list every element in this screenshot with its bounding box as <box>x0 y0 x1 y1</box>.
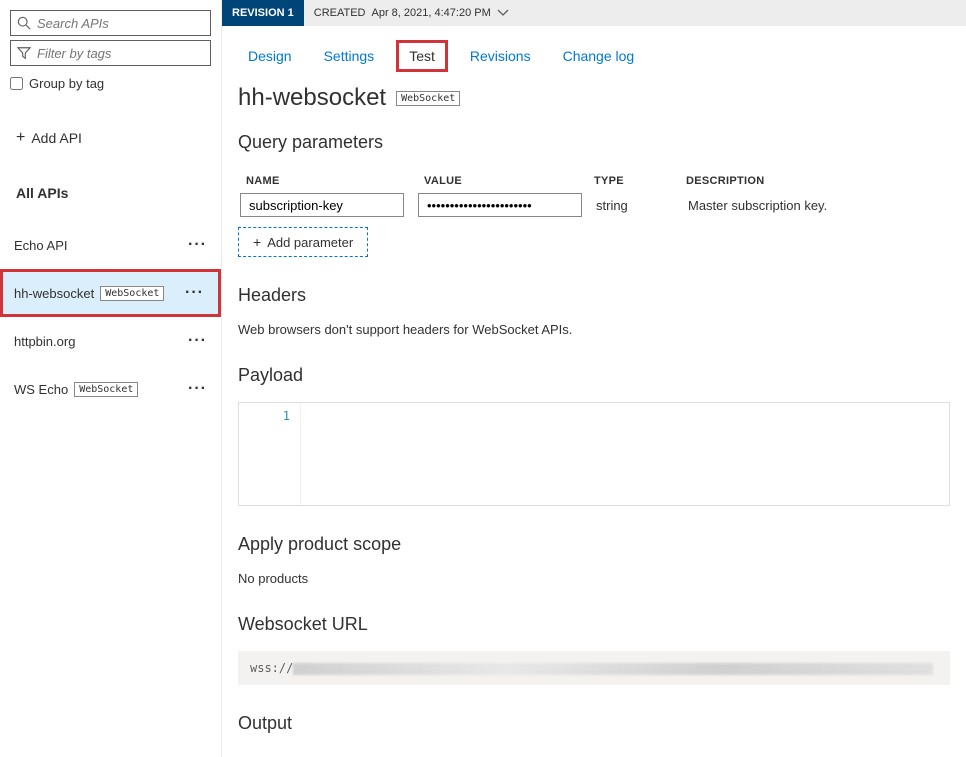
websocket-url-prefix: wss:// <box>250 661 293 675</box>
api-item-label: httpbin.org <box>14 334 75 349</box>
sidebar: Group by tag + Add API All APIs Echo API… <box>0 0 222 757</box>
websocket-url-box[interactable]: wss:// <box>238 651 950 685</box>
api-item-ws-echo[interactable]: WS Echo WebSocket ··· <box>0 365 221 413</box>
websocket-url-blurred <box>293 663 933 675</box>
plus-icon: + <box>253 234 261 250</box>
filter-icon <box>17 46 31 60</box>
param-value-input[interactable] <box>418 193 582 217</box>
payload-line-numbers: 1 <box>239 403 301 505</box>
tabs: Design Settings Test Revisions Change lo… <box>222 26 966 80</box>
websocket-url-heading: Websocket URL <box>238 614 950 635</box>
api-item-label: Echo API <box>14 238 67 253</box>
tab-test[interactable]: Test <box>396 40 448 72</box>
revision-created[interactable]: CREATED Apr 8, 2021, 4:47:20 PM <box>304 7 519 19</box>
plus-icon: + <box>16 129 25 147</box>
revision-created-value: Apr 8, 2021, 4:47:20 PM <box>372 7 491 19</box>
revision-created-label: CREATED <box>314 7 366 19</box>
api-title: hh-websocket <box>238 84 386 112</box>
api-list: Echo API ··· hh-websocket WebSocket ··· … <box>0 221 221 413</box>
tab-change-log[interactable]: Change log <box>553 43 645 69</box>
query-parameters-heading: Query parameters <box>238 132 950 153</box>
all-apis-heading[interactable]: All APIs <box>16 185 211 201</box>
content: hh-websocket WebSocket Query parameters … <box>222 80 966 757</box>
product-scope-note: No products <box>238 571 950 586</box>
apply-product-scope-heading: Apply product scope <box>238 534 950 555</box>
websocket-badge: WebSocket <box>74 382 138 397</box>
more-icon[interactable]: ··· <box>185 284 204 302</box>
api-item-label: hh-websocket <box>14 286 94 301</box>
col-desc: DESCRIPTION <box>686 175 942 187</box>
filter-tags-field[interactable] <box>10 40 211 66</box>
search-apis-field[interactable] <box>10 10 211 36</box>
revision-badge[interactable]: REVISION 1 <box>222 0 304 26</box>
api-item-httpbin[interactable]: httpbin.org ··· <box>0 317 221 365</box>
payload-heading: Payload <box>238 365 950 386</box>
more-icon[interactable]: ··· <box>188 332 207 350</box>
group-by-tag-input[interactable] <box>10 77 23 90</box>
add-api-label: Add API <box>31 130 82 146</box>
headers-heading: Headers <box>238 285 950 306</box>
add-api-button[interactable]: + Add API <box>16 129 211 147</box>
group-by-tag-label: Group by tag <box>29 76 104 91</box>
more-icon[interactable]: ··· <box>188 236 207 254</box>
query-parameter-row: string Master subscription key. <box>238 193 950 217</box>
col-type: TYPE <box>594 175 686 187</box>
api-item-echo[interactable]: Echo API ··· <box>0 221 221 269</box>
output-heading: Output <box>238 713 950 734</box>
param-type: string <box>596 198 688 213</box>
headers-note: Web browsers don't support headers for W… <box>238 322 950 337</box>
websocket-badge: WebSocket <box>396 91 460 106</box>
payload-content[interactable] <box>301 403 949 505</box>
main-panel: REVISION 1 CREATED Apr 8, 2021, 4:47:20 … <box>222 0 966 757</box>
param-name-input[interactable] <box>240 193 404 217</box>
chevron-down-icon <box>497 9 509 17</box>
query-parameters-header: NAME VALUE TYPE DESCRIPTION <box>238 169 950 193</box>
websocket-badge: WebSocket <box>100 286 164 301</box>
api-title-row: hh-websocket WebSocket <box>238 84 950 112</box>
api-item-label: WS Echo <box>14 382 68 397</box>
tab-revisions[interactable]: Revisions <box>460 43 541 69</box>
filter-tags-input[interactable] <box>37 46 204 61</box>
search-icon <box>17 16 31 30</box>
col-value: VALUE <box>424 175 594 187</box>
group-by-tag-checkbox[interactable]: Group by tag <box>10 76 211 91</box>
search-apis-input[interactable] <box>37 16 204 31</box>
add-parameter-button[interactable]: + Add parameter <box>238 227 368 257</box>
api-item-hh-websocket[interactable]: hh-websocket WebSocket ··· <box>0 269 221 317</box>
tab-design[interactable]: Design <box>238 43 302 69</box>
col-name: NAME <box>246 175 424 187</box>
param-desc: Master subscription key. <box>688 198 827 213</box>
tab-settings[interactable]: Settings <box>314 43 385 69</box>
revision-bar: REVISION 1 CREATED Apr 8, 2021, 4:47:20 … <box>222 0 966 26</box>
more-icon[interactable]: ··· <box>188 380 207 398</box>
payload-editor[interactable]: 1 <box>238 402 950 506</box>
add-parameter-label: Add parameter <box>267 235 353 250</box>
